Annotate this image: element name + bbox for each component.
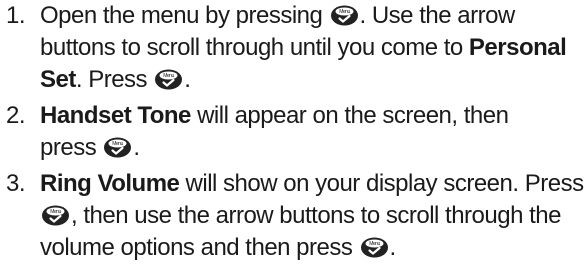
instruction-list: 1. Open the menu by pressing Menu. Use t… (0, 0, 588, 264)
svg-text:Menu: Menu (369, 241, 380, 247)
step-1-line-2: buttons to scroll through until you come… (40, 34, 567, 61)
menu-ok-key-icon: Menu (330, 4, 359, 26)
step-2-line-2: press Menu. (40, 134, 140, 161)
svg-text:Menu: Menu (163, 73, 174, 79)
step-3-line-1: Ring Volume will show on your display sc… (40, 170, 584, 197)
svg-text:Menu: Menu (113, 141, 124, 147)
step-number: 1. (6, 2, 26, 29)
step-2-line-1: Handset Tone will appear on the screen, … (40, 102, 509, 129)
menu-ok-key-icon: Menu (103, 136, 132, 158)
step-1-line-3: Set. Press Menu. (40, 66, 191, 93)
svg-text:Menu: Menu (50, 209, 61, 215)
menu-ok-key-icon: Menu (41, 204, 70, 226)
step-1: 1. Open the menu by pressing Menu. Use t… (0, 0, 588, 96)
svg-text:Menu: Menu (339, 9, 350, 15)
step-3: 3. Ring Volume will show on your display… (0, 168, 588, 264)
step-1-line-1: Open the menu by pressing Menu. Use the … (40, 2, 515, 29)
menu-ok-key-icon: Menu (360, 236, 389, 258)
step-number: 2. (6, 102, 26, 129)
step-2: 2. Handset Tone will appear on the scree… (0, 100, 588, 164)
menu-ok-key-icon: Menu (154, 68, 183, 90)
step-3-line-3: volume options and then press Menu. (40, 234, 396, 261)
step-3-line-2: Menu, then use the arrow buttons to scro… (40, 200, 588, 232)
step-number: 3. (6, 170, 26, 197)
